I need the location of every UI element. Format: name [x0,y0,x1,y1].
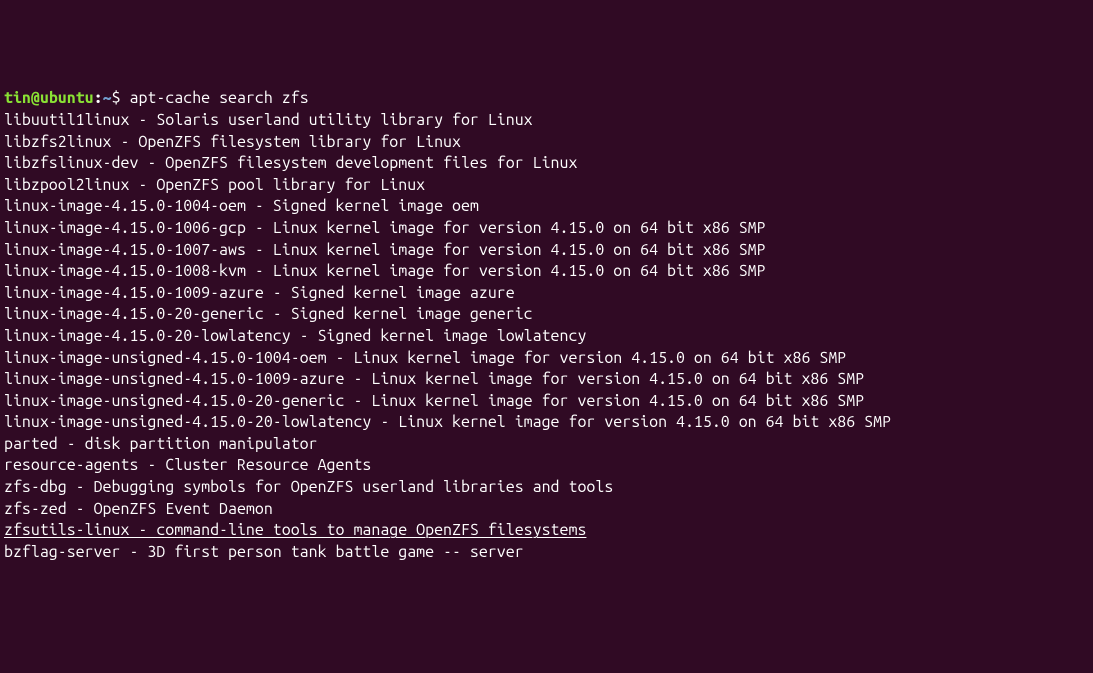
output-line: linux-image-4.15.0-20-generic - Signed k… [4,305,533,323]
prompt-at: @ [31,89,40,107]
prompt-dollar: $ [112,89,130,107]
output-line: libzfs2linux - OpenZFS filesystem librar… [4,133,461,151]
output-line: parted - disk partition manipulator [4,435,318,453]
output-line: linux-image-unsigned-4.15.0-20-generic -… [4,392,864,410]
output-line: zfs-dbg - Debugging symbols for OpenZFS … [4,478,613,496]
output-line: libzpool2linux - OpenZFS pool library fo… [4,176,425,194]
output-line: linux-image-4.15.0-1004-oem - Signed ker… [4,197,479,215]
prompt-path: ~ [103,89,112,107]
output-line: linux-image-unsigned-4.15.0-1004-oem - L… [4,349,846,367]
output-line: zfs-zed - OpenZFS Event Daemon [4,500,273,518]
output-line: libzfslinux-dev - OpenZFS filesystem dev… [4,154,577,172]
output-line-highlighted: zfsutils-linux - command-line tools to m… [4,521,586,539]
output-line: linux-image-4.15.0-1008-kvm - Linux kern… [4,262,766,280]
prompt-host: ubuntu [40,89,94,107]
output-line: linux-image-4.15.0-1009-azure - Signed k… [4,284,515,302]
output-line: linux-image-unsigned-4.15.0-20-lowlatenc… [4,413,891,431]
output-line: linux-image-unsigned-4.15.0-1009-azure -… [4,370,864,388]
prompt-line: tin@ubuntu:~$ apt-cache search zfs [4,89,309,107]
command-text: apt-cache search zfs [129,89,308,107]
output-line: linux-image-4.15.0-1006-gcp - Linux kern… [4,219,766,237]
output-line: resource-agents - Cluster Resource Agent… [4,456,371,474]
output-line: linux-image-4.15.0-1007-aws - Linux kern… [4,241,766,259]
prompt-colon: : [94,89,103,107]
output-line: bzflag-server - 3D first person tank bat… [4,543,524,561]
output-line: libuutil1linux - Solaris userland utilit… [4,111,533,129]
terminal[interactable]: tin@ubuntu:~$ apt-cache search zfs libuu… [4,88,1089,563]
prompt-user: tin [4,89,31,107]
output-line: linux-image-4.15.0-20-lowlatency - Signe… [4,327,586,345]
